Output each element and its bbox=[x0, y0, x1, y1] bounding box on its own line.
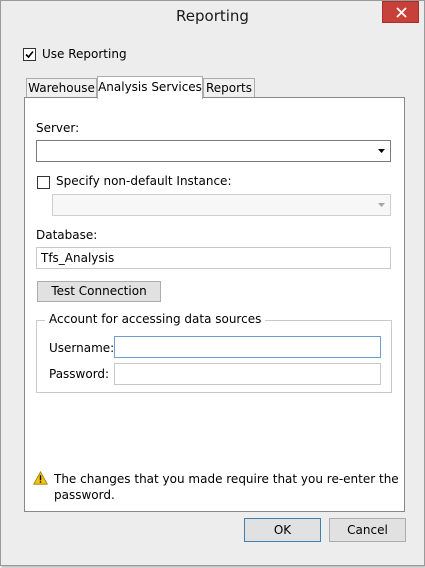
database-input[interactable]: Tfs_Analysis bbox=[36, 247, 391, 269]
instance-combobox[interactable] bbox=[52, 194, 391, 216]
username-label: Username: bbox=[49, 341, 115, 355]
database-label: Database: bbox=[36, 228, 98, 242]
tab-analysis-services[interactable]: Analysis Services bbox=[97, 76, 203, 99]
close-icon bbox=[396, 7, 407, 18]
window-title: Reporting bbox=[176, 7, 249, 25]
use-reporting-checkbox[interactable] bbox=[23, 48, 36, 61]
tab-reports[interactable]: Reports bbox=[203, 78, 255, 98]
test-connection-button[interactable]: Test Connection bbox=[37, 281, 161, 302]
warning-text-line2: password. bbox=[54, 488, 115, 502]
password-label: Password: bbox=[49, 367, 110, 381]
close-button[interactable] bbox=[382, 1, 419, 23]
warning-text-line1: The changes that you made require that y… bbox=[54, 472, 399, 486]
server-combobox[interactable] bbox=[36, 140, 391, 162]
warning-icon bbox=[33, 471, 48, 485]
title-bar[interactable]: Reporting bbox=[1, 1, 424, 35]
instance-checkbox[interactable] bbox=[37, 176, 50, 189]
instance-dropdown-button[interactable] bbox=[373, 195, 390, 215]
username-input[interactable] bbox=[114, 336, 381, 358]
tab-warehouse[interactable]: Warehouse bbox=[26, 78, 97, 98]
account-group-legend: Account for accessing data sources bbox=[45, 312, 266, 326]
reporting-dialog: Reporting Use Reporting Warehouse Analys… bbox=[0, 0, 425, 566]
chevron-down-icon bbox=[378, 149, 385, 153]
checkmark-icon bbox=[25, 50, 34, 59]
server-dropdown-button[interactable] bbox=[373, 141, 390, 161]
password-input[interactable] bbox=[114, 363, 381, 385]
ok-button[interactable]: OK bbox=[244, 518, 321, 542]
instance-label: Specify non-default Instance: bbox=[56, 174, 232, 188]
cancel-button[interactable]: Cancel bbox=[329, 518, 406, 542]
use-reporting-label: Use Reporting bbox=[42, 47, 127, 61]
chevron-down-icon bbox=[378, 203, 385, 207]
server-label: Server: bbox=[36, 121, 80, 135]
